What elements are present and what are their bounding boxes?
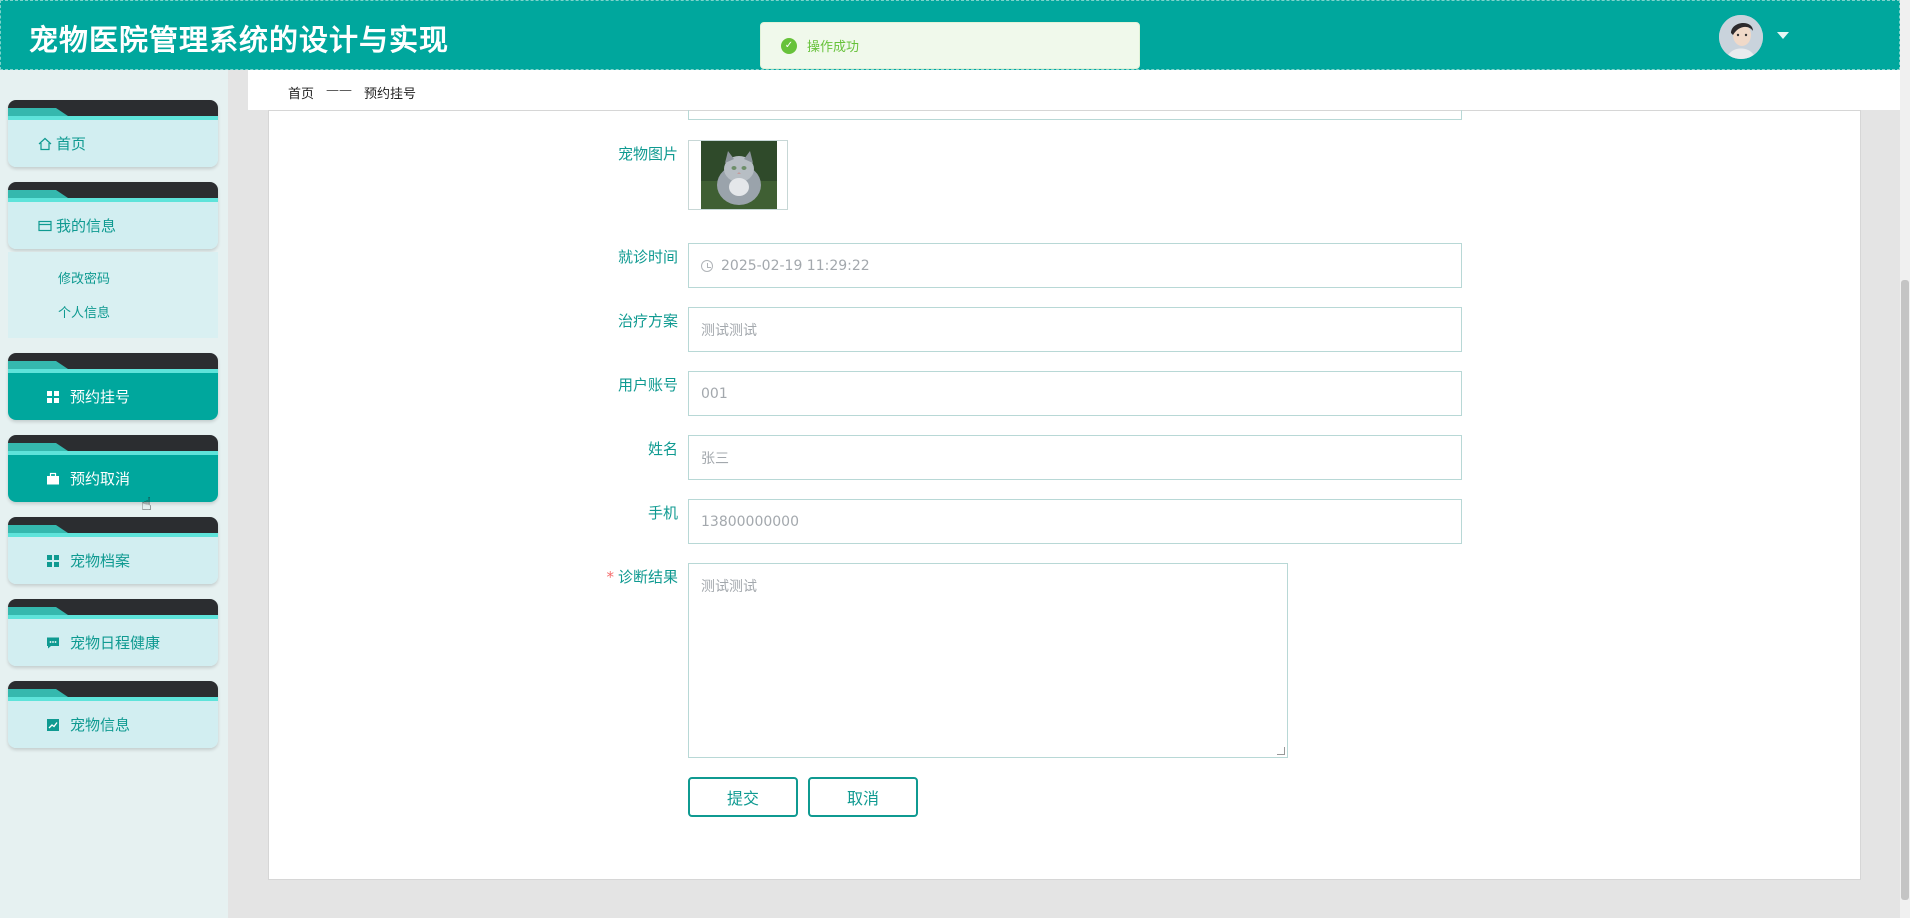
page-scrollbar[interactable] (1900, 0, 1910, 918)
main-panel (268, 110, 1861, 880)
diagnosis-textarea[interactable]: 测试测试 (688, 563, 1288, 758)
grid-icon (46, 554, 60, 568)
sidebar-item-label: 首页 (56, 135, 87, 153)
diagnosis-label-text: 诊断结果 (617, 568, 678, 586)
breadcrumb-home[interactable]: 首页 (288, 83, 314, 102)
phone-label: 手机 (647, 504, 678, 522)
sidebar-item-pet-info[interactable]: 宠物信息 (8, 681, 218, 748)
clock-icon (701, 259, 713, 272)
breadcrumb-separator: —— (326, 83, 352, 98)
account-input[interactable]: 001 (688, 371, 1462, 416)
visit-time-input[interactable]: 2025-02-19 11:29:22 (688, 243, 1462, 288)
account-value: 001 (701, 385, 728, 402)
treatment-value: 测试测试 (701, 322, 757, 339)
pet-image-upload[interactable] (688, 140, 788, 210)
sidebar-item-label: 我的信息 (56, 217, 117, 235)
resize-handle[interactable] (1277, 747, 1285, 755)
diagnosis-label: * 诊断结果 (606, 566, 678, 587)
briefcase-icon (46, 472, 60, 486)
pet-image-label: 宠物图片 (617, 145, 678, 163)
previous-field-edge (688, 110, 1462, 120)
sidebar-item-pet-records[interactable]: 宠物档案 (8, 517, 218, 584)
scrollbar-thumb[interactable] (1901, 280, 1909, 900)
toast-message: 操作成功 (807, 40, 860, 55)
phone-input[interactable]: 13800000000 (688, 499, 1462, 544)
treatment-label: 治疗方案 (617, 312, 678, 330)
sidebar-item-label: 预约挂号 (70, 388, 131, 406)
sidebar-item-label: 宠物档案 (70, 552, 131, 570)
submenu-personal-info[interactable]: 个人信息 (58, 302, 110, 321)
pet-photo (701, 141, 777, 209)
sidebar-item-label: 宠物信息 (70, 716, 131, 734)
my-info-submenu: 修改密码 个人信息 (8, 252, 218, 338)
sidebar-item-my-info[interactable]: 我的信息 (8, 182, 218, 249)
success-toast: ✓ 操作成功 (760, 22, 1140, 69)
name-label: 姓名 (647, 440, 678, 458)
hand-cursor-icon: ☝ (141, 494, 152, 515)
breadcrumb-current: 预约挂号 (364, 87, 417, 102)
sidebar-item-label: 宠物日程健康 (70, 634, 161, 652)
user-avatar[interactable] (1719, 15, 1763, 59)
sidebar-item-pet-health-schedule[interactable]: 宠物日程健康 (8, 599, 218, 666)
breadcrumb: 首页 —— 预约挂号 (248, 70, 1900, 110)
diagnosis-value: 测试测试 (701, 579, 757, 595)
cancel-button[interactable]: 取消 (808, 777, 918, 817)
required-asterisk: * (606, 568, 614, 586)
name-input[interactable]: 张三 (688, 435, 1462, 480)
treatment-input[interactable]: 测试测试 (688, 307, 1462, 352)
sidebar-item-home[interactable]: 首页 (8, 100, 218, 167)
sidebar-item-label: 预约取消 (70, 470, 131, 488)
submenu-change-password[interactable]: 修改密码 (58, 268, 110, 287)
sidebar-item-appointment[interactable]: 预约挂号 (8, 353, 218, 420)
chat-icon (46, 636, 60, 650)
caret-down-icon[interactable] (1777, 32, 1789, 39)
sidebar-item-cancel-appointment[interactable]: 预约取消 (8, 435, 218, 502)
app-title: 宠物医院管理系统的设计与实现 (29, 23, 450, 57)
grid-icon (46, 390, 60, 404)
card-icon (38, 219, 52, 233)
name-value: 张三 (701, 450, 729, 467)
home-icon (38, 137, 52, 151)
chart-icon (46, 718, 60, 732)
submit-button[interactable]: 提交 (688, 777, 798, 817)
visit-time-label: 就诊时间 (617, 248, 678, 266)
phone-value: 13800000000 (701, 513, 799, 530)
check-circle-icon: ✓ (781, 37, 797, 54)
account-label: 用户账号 (617, 376, 678, 394)
visit-time-value: 2025-02-19 11:29:22 (721, 257, 870, 274)
